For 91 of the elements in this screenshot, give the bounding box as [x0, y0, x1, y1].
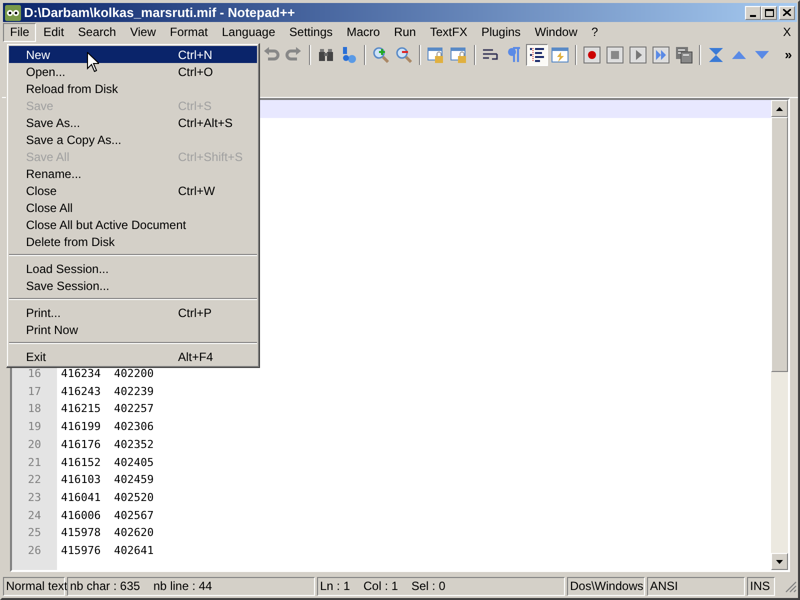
menu-option[interactable]: Close All but Active Document — [9, 216, 257, 233]
pilcrow-icon — [505, 46, 523, 64]
code-line: 416176 402352 — [60, 436, 154, 453]
scroll-up-button[interactable] — [771, 100, 788, 117]
menu-option[interactable]: Print Now — [9, 321, 257, 338]
menu-item[interactable]: Settings — [282, 22, 340, 42]
minimize-icon — [750, 14, 756, 16]
play-icon — [629, 46, 647, 64]
menu-item[interactable]: Window — [528, 22, 584, 42]
menu-option[interactable]: Save As... Ctrl+Alt+S — [9, 114, 257, 131]
fast-forward-icon — [652, 46, 670, 64]
toolbar-button[interactable] — [526, 44, 548, 66]
line-number: 24 — [26, 508, 42, 524]
code-line: 416103 402459 — [60, 472, 154, 488]
menu-option[interactable]: Save Session... — [9, 277, 257, 294]
code-line: 415976 402641 — [60, 542, 154, 559]
menu-option[interactable]: Print... Ctrl+P — [9, 304, 257, 321]
close-button[interactable] — [779, 6, 795, 20]
maximize-icon — [764, 8, 774, 16]
menu-option[interactable]: New Ctrl+N — [9, 46, 257, 63]
line-number: 21 — [26, 454, 42, 471]
menu-item[interactable]: Macro — [340, 22, 387, 42]
code-line: 416152 402405 — [60, 454, 154, 471]
menu-option[interactable]: Delete from Disk — [9, 233, 257, 250]
status-field: nb char : 635 nb line : 44 — [67, 576, 315, 596]
menu-item[interactable]: File — [3, 22, 36, 42]
resize-grip-icon[interactable] — [783, 579, 797, 593]
minimize-button[interactable] — [745, 6, 761, 20]
app-icon — [5, 4, 21, 20]
arrow-up-icon — [776, 106, 783, 110]
stop-icon — [606, 46, 624, 64]
code-line: 415978 402620 — [60, 525, 154, 542]
menu-item[interactable]: Search — [71, 22, 124, 42]
zoom-in-icon — [372, 46, 390, 64]
code-line: 416041 402520 — [60, 490, 154, 506]
line-number: 22 — [26, 472, 42, 488]
indent-guide-icon — [528, 46, 546, 64]
menu-option[interactable]: Reload from Disk — [9, 80, 257, 97]
menu-option[interactable]: Close Ctrl+W — [9, 182, 257, 199]
line-number: 26 — [26, 542, 42, 559]
line-number: 20 — [26, 436, 42, 453]
menu-item[interactable]: Run — [386, 22, 423, 42]
menu-option[interactable]: Rename... — [9, 165, 257, 182]
status-field: Normal text — [3, 576, 65, 596]
menu-item[interactable]: Format — [162, 22, 215, 42]
window-lightning-icon — [551, 46, 569, 64]
scroll-down-button[interactable] — [771, 553, 788, 570]
binoculars-icon — [317, 46, 335, 64]
status-field: INS — [747, 576, 775, 596]
line-number: 16 — [26, 366, 42, 382]
arrow-down-icon — [776, 560, 783, 564]
window-title: D:\Darbam\kolkas_marsruti.mif - Notepad++ — [24, 4, 296, 22]
menu-item[interactable]: TextFX — [422, 22, 474, 42]
menu-item[interactable]: Plugins — [474, 22, 528, 42]
menu-option[interactable]: Load Session... — [9, 260, 257, 277]
record-icon — [583, 46, 601, 64]
menu-option[interactable]: Exit Alt+F4 — [9, 348, 257, 365]
menu-item[interactable]: Edit — [36, 22, 72, 42]
window-lock-icon — [450, 46, 468, 64]
code-line: 416243 402239 — [60, 384, 154, 400]
toolbar-button[interactable] — [673, 44, 695, 66]
toolbar-overflow-button[interactable]: » — [784, 45, 792, 65]
line-number: 18 — [26, 401, 42, 418]
replace-icon — [340, 46, 358, 64]
code-line: 416006 402567 — [60, 508, 154, 524]
code-line: 416199 402306 — [60, 419, 154, 436]
maximize-button[interactable] — [761, 6, 777, 20]
window-lock-icon — [427, 46, 445, 64]
scroll-thumb[interactable] — [771, 117, 788, 372]
mouse-cursor-icon — [87, 52, 99, 72]
line-number: 17 — [26, 384, 42, 400]
menu-option[interactable]: Close All — [9, 199, 257, 216]
menu-item[interactable]: View — [123, 22, 163, 42]
line-number: 19 — [26, 419, 42, 436]
status-field: Ln : 1 Col : 1 Sel : 0 — [317, 576, 565, 596]
close-icon — [783, 9, 791, 16]
vertical-scrollbar[interactable] — [771, 100, 788, 570]
code-line: 416215 402257 — [60, 401, 154, 418]
status-field: ANSI — [647, 576, 745, 596]
line-number: 25 — [26, 525, 42, 542]
line-number: 23 — [26, 490, 42, 506]
zoom-out-icon — [395, 46, 413, 64]
menu-option[interactable]: Save a Copy As... — [9, 131, 257, 148]
menu-item[interactable]: ? — [584, 22, 606, 42]
code-line: 416234 402200 — [60, 366, 154, 382]
collapse-icon — [707, 46, 725, 64]
menu-option[interactable]: Open... Ctrl+O — [9, 63, 257, 80]
menu-item[interactable]: Language — [214, 22, 282, 42]
close-document-button[interactable]: X — [776, 23, 797, 41]
status-field: Dos\Windows — [567, 576, 645, 596]
save-macro-icon — [675, 46, 693, 64]
